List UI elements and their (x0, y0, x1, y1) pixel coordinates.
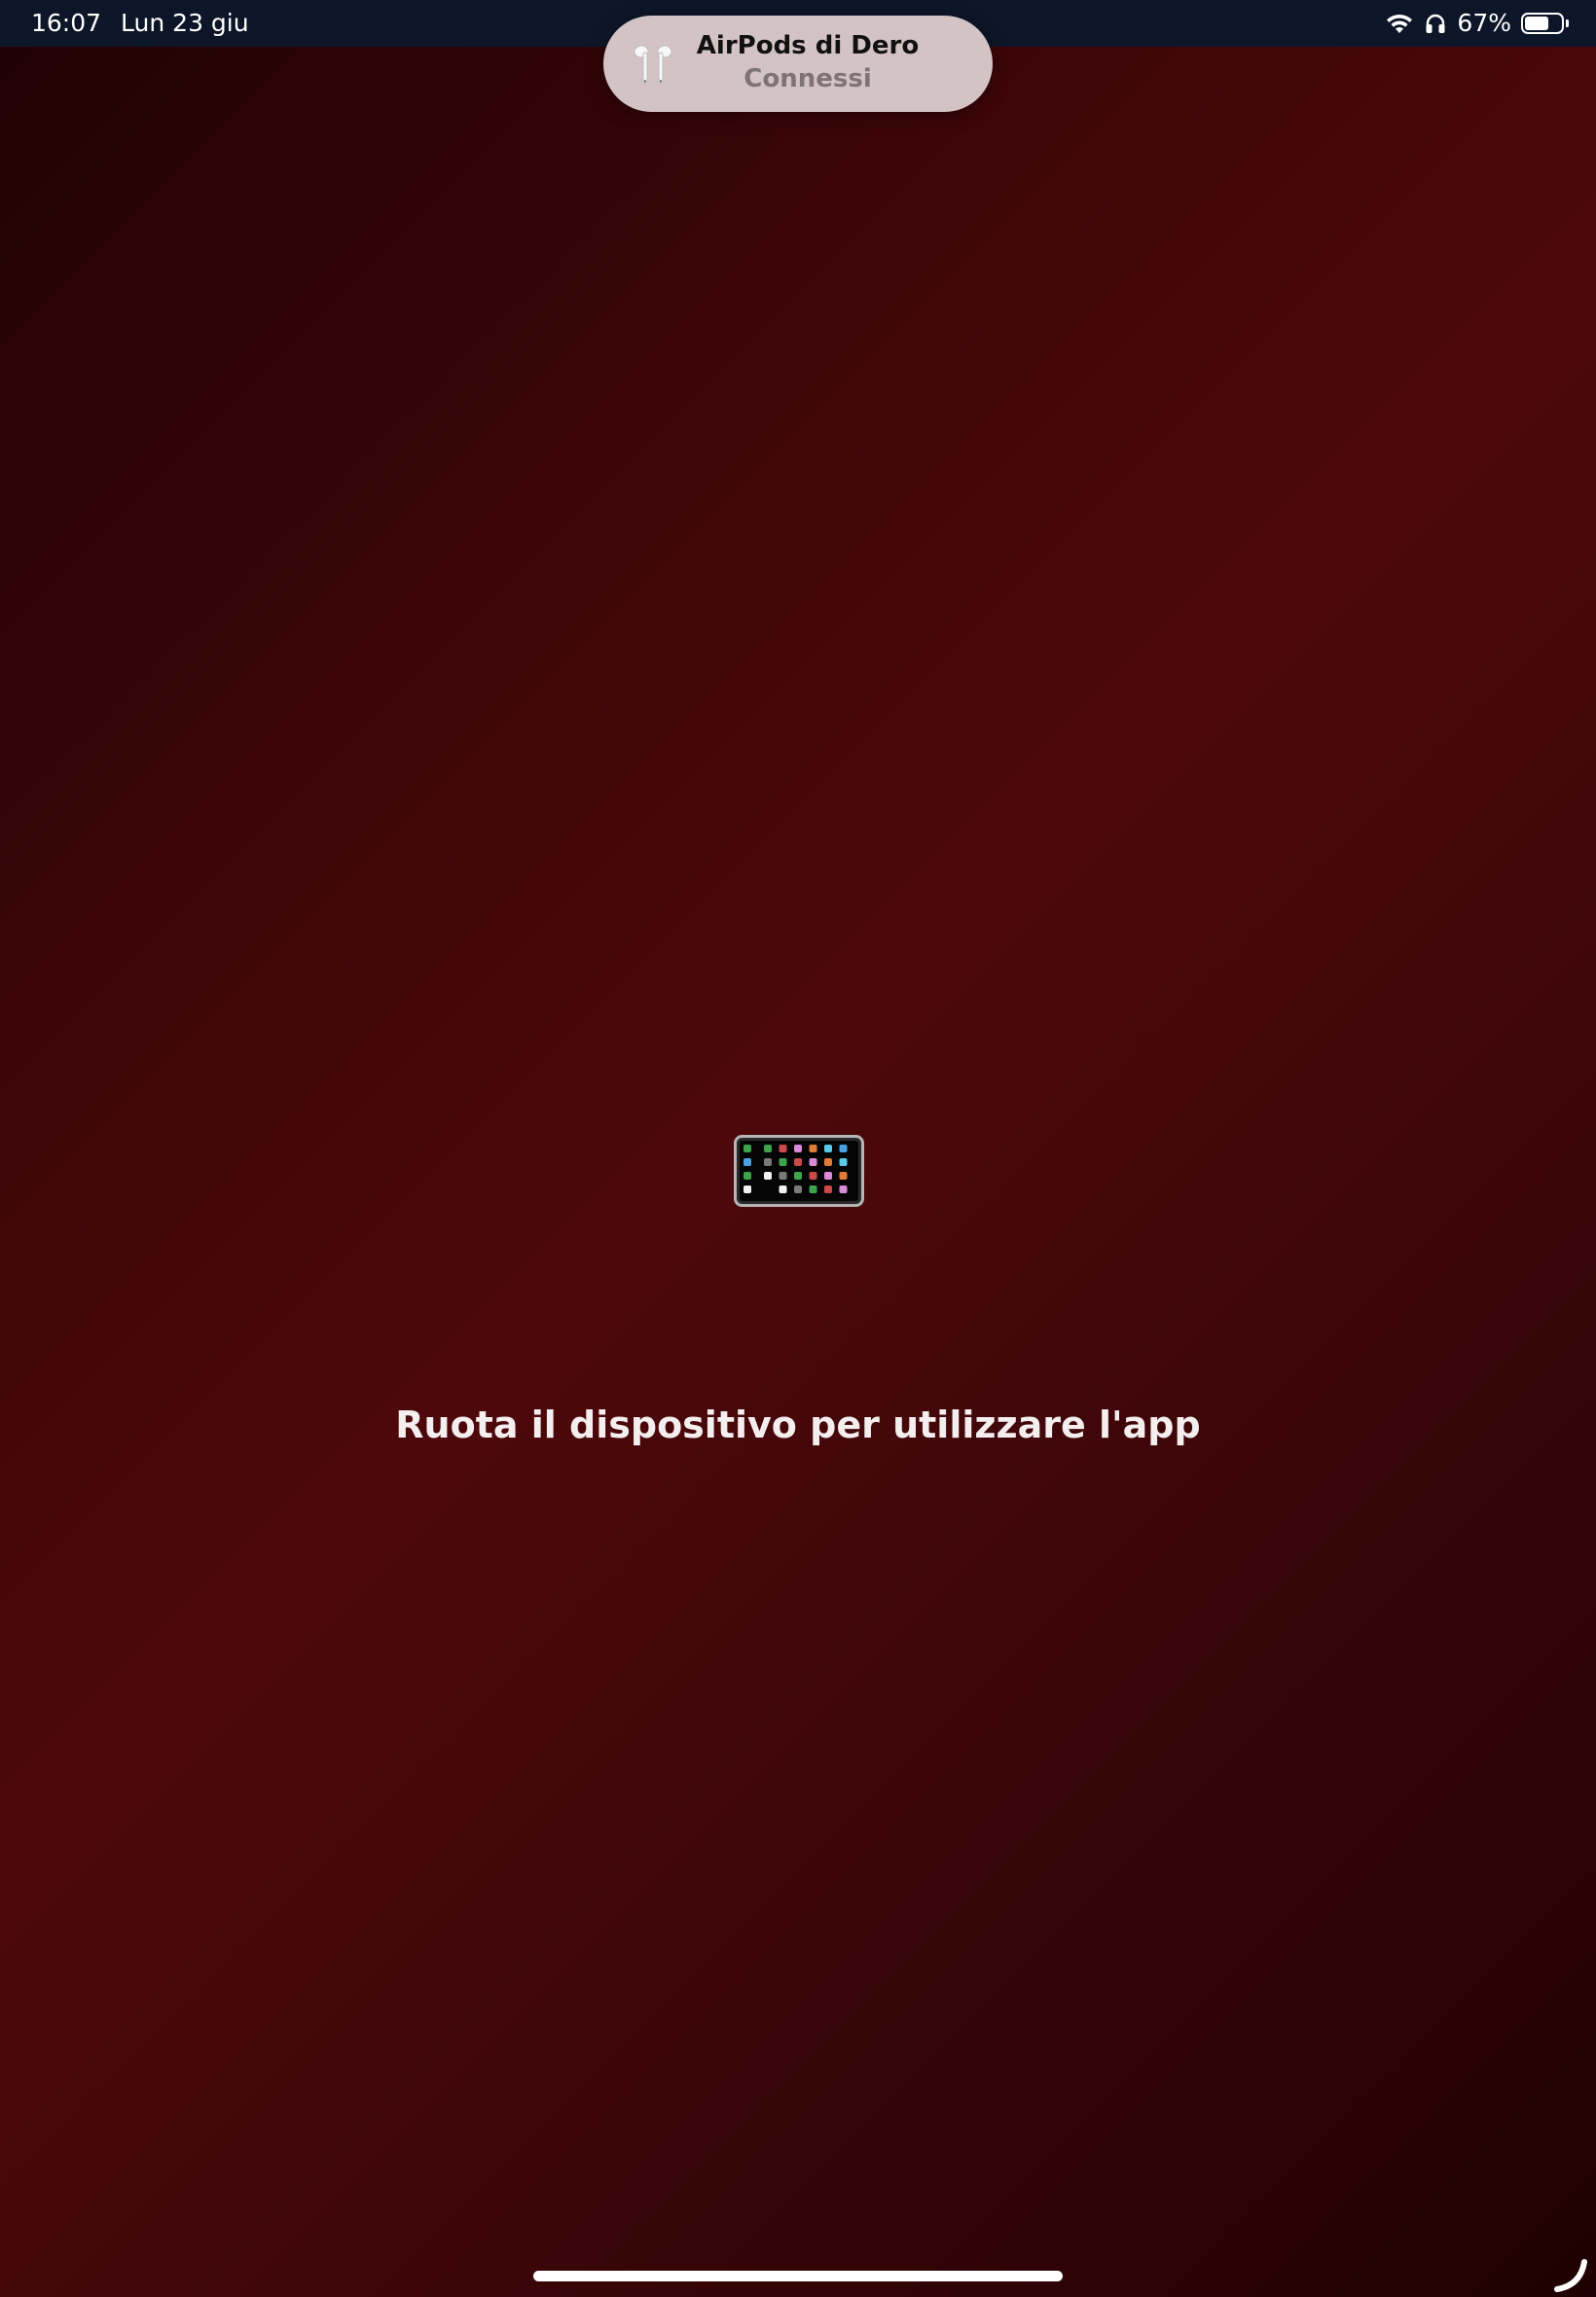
notification-title: AirPods di Dero (696, 31, 920, 60)
airpods-notification[interactable]: AirPods di Dero Connessi (603, 16, 993, 112)
home-indicator[interactable] (533, 2271, 1063, 2281)
battery-percent: 67% (1457, 9, 1511, 37)
status-date: Lun 23 giu (121, 9, 249, 37)
ipad-landscape-icon (734, 1135, 864, 1207)
rotate-device-message: Ruota il dispositivo per utilizzare l'ap… (395, 1404, 1201, 1446)
resize-handle-icon[interactable] (1551, 2256, 1590, 2295)
status-time: 16:07 (31, 9, 102, 37)
battery-cap (1566, 19, 1569, 27)
battery-icon (1521, 13, 1564, 34)
wifi-icon (1387, 14, 1413, 33)
notification-subtitle: Connessi (744, 64, 872, 93)
headphones-icon (1426, 14, 1445, 33)
screen: 16:07 Lun 23 giu 67% AirPods di Dero Con… (0, 0, 1596, 2297)
status-indicators: 67% (1385, 8, 1569, 39)
status-time-date: 16:07 Lun 23 giu (31, 8, 249, 39)
notification-text: AirPods di Dero Connessi (603, 29, 993, 95)
battery-fill (1525, 17, 1548, 30)
